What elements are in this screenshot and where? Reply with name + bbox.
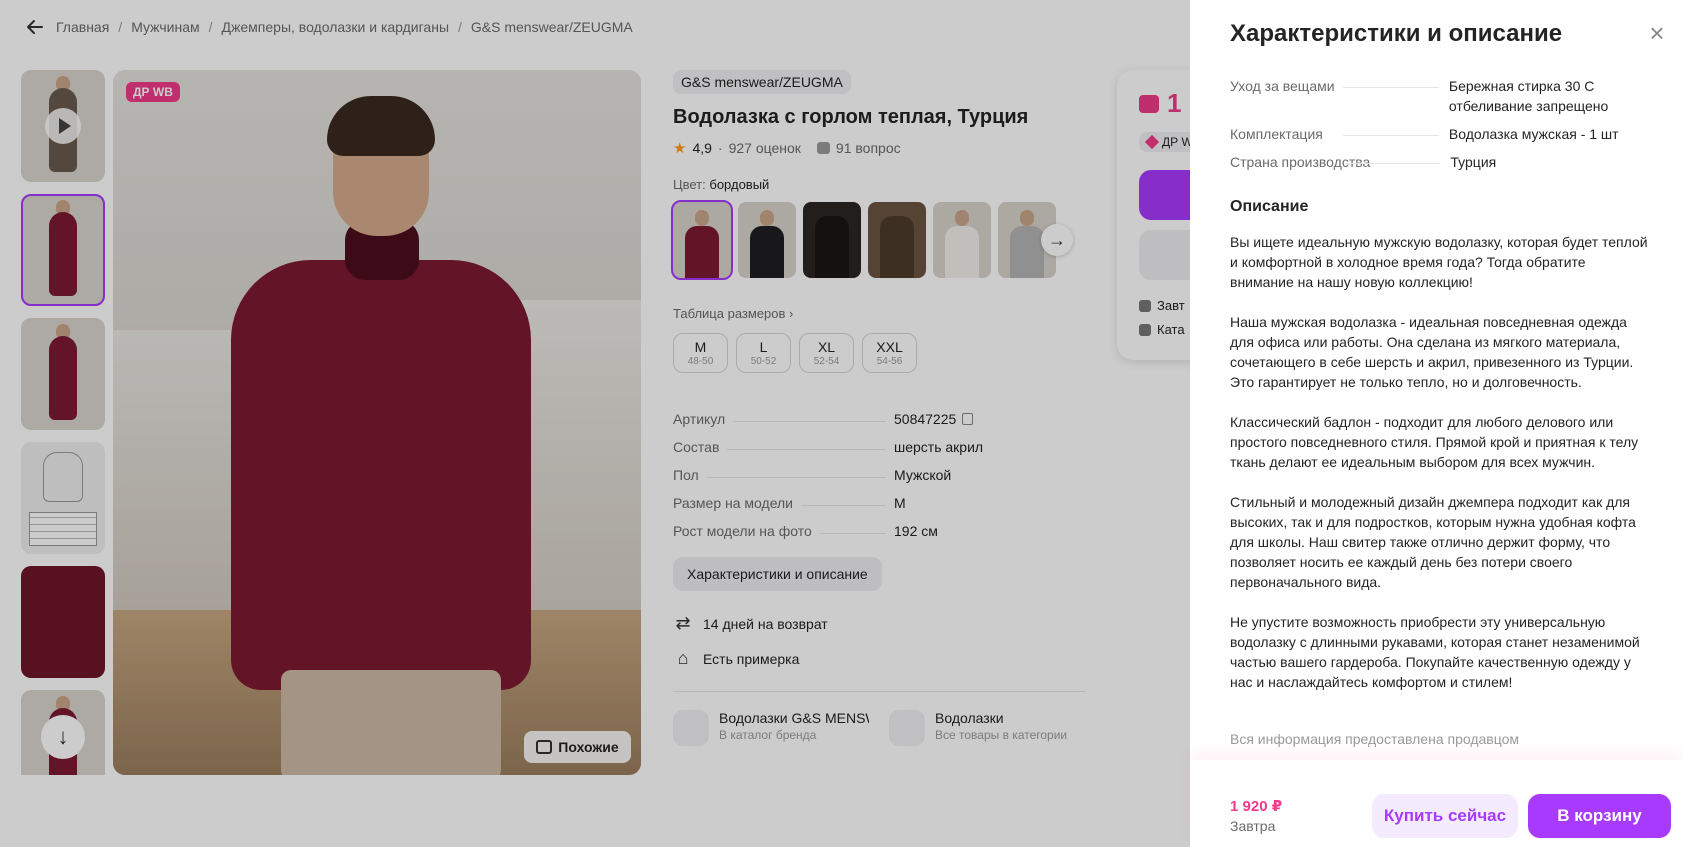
panel-spec-row: Страна производства Турция [1230,152,1650,172]
panel-bottom-bar: 1 920 ₽ Завтра Купить сейчас В корзину [1190,760,1683,847]
add-to-cart-button[interactable]: В корзину [1528,794,1671,838]
panel-specs: Уход за вещами Бережная стирка 30 С отбе… [1230,76,1650,180]
buy-now-button[interactable]: Купить сейчас [1372,794,1518,838]
panel-spec-row: Комплектация Водолазка мужская - 1 шт [1230,124,1650,144]
spec-value: Водолазка мужская - 1 шт [1448,126,1619,142]
description-text: Вы ищете идеальную мужскую водолазку, ко… [1230,232,1650,712]
spec-value: Бережная стирка 30 С отбеливание запреще… [1448,78,1609,114]
description-paragraph: Классический бадлон - подходит для любог… [1230,414,1639,470]
characteristics-panel: Характеристики и описание × Уход за веща… [1190,0,1683,847]
panel-title: Характеристики и описание [1230,20,1563,47]
close-icon[interactable]: × [1645,20,1669,46]
description-paragraph: Не упустите возможность приобрести эту у… [1230,614,1640,690]
spec-key: Уход за вещами [1230,78,1335,94]
spec-key: Комплектация [1230,126,1323,142]
delivery-date: Завтра [1230,818,1276,834]
panel-spec-row: Уход за вещами Бережная стирка 30 С отбе… [1230,76,1650,116]
description-heading: Описание [1230,198,1309,215]
description-paragraph: Наша мужская водолазка - идеальная повсе… [1230,314,1634,390]
spec-key: Страна производства [1230,154,1371,170]
description-paragraph: Стильный и молодежный дизайн джемпера по… [1230,494,1636,590]
seller-note: Вся информация предоставлена продавцом [1230,731,1520,747]
spec-value: Турция [1450,154,1497,170]
bottom-price: 1 920 ₽ [1230,798,1283,815]
description-paragraph: Вы ищете идеальную мужскую водолазку, ко… [1230,234,1648,290]
